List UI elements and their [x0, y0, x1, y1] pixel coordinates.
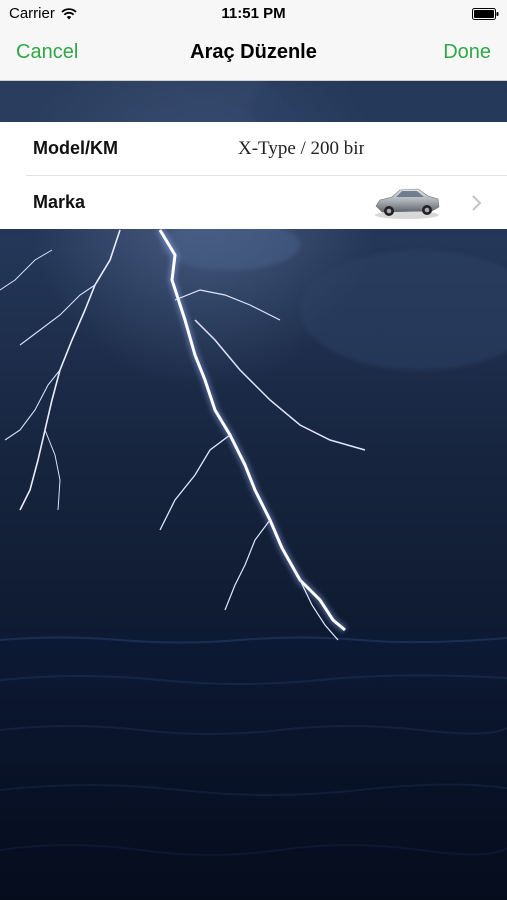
status-time: 11:51 PM — [221, 5, 286, 22]
car-thumbnail-icon — [375, 188, 440, 219]
vehicle-form: Model/KM Marka — [0, 122, 507, 229]
battery-icon — [472, 8, 499, 20]
marka-label: Marka — [33, 192, 86, 212]
done-button[interactable]: Done — [443, 41, 491, 64]
model-km-field[interactable] — [238, 136, 364, 162]
model-km-row[interactable]: Model/KM — [0, 122, 507, 176]
status-bar: Carrier 11:51 PM — [0, 0, 507, 28]
model-km-label: Model/KM — [33, 138, 118, 158]
navigation-bar: Cancel Araç Düzenle Done — [0, 28, 507, 81]
page-title: Araç Düzenle — [190, 41, 317, 63]
marka-row[interactable]: Marka — [0, 176, 507, 229]
chevron-right-icon — [472, 195, 482, 211]
